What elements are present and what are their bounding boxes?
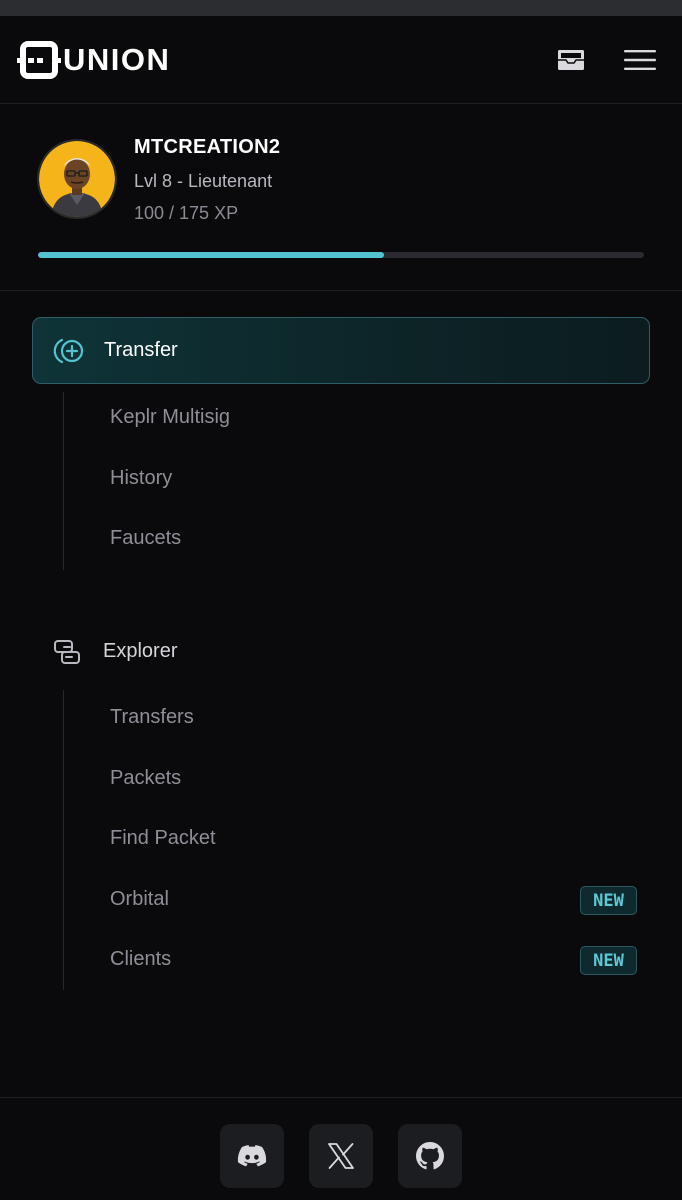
nav-explorer-label: Explorer xyxy=(103,640,178,662)
github-icon xyxy=(416,1142,444,1170)
avatar[interactable] xyxy=(37,139,117,219)
nav-item-keplr-multisig[interactable]: Keplr Multisig xyxy=(110,406,230,429)
discord-icon xyxy=(237,1145,267,1167)
new-badge-orbital: NEW xyxy=(580,886,637,915)
avatar-image xyxy=(39,141,115,217)
nav-item-find-packet[interactable]: Find Packet xyxy=(110,827,216,850)
user-level: Lvl 8 - Lieutenant xyxy=(134,171,273,191)
footer xyxy=(0,1097,682,1200)
nav-item-packets[interactable]: Packets xyxy=(110,767,181,790)
xp-progress-fill xyxy=(38,252,385,258)
union-logo[interactable]: UNION xyxy=(17,38,170,82)
username: MTCREATION2 xyxy=(134,136,281,158)
transfer-icon xyxy=(53,338,84,364)
xp-counter: 100 / 175 XP xyxy=(134,203,239,223)
nav-transfer[interactable]: Transfer xyxy=(32,317,650,384)
new-badge-clients: NEW xyxy=(580,946,637,975)
nav-item-orbital[interactable]: Orbital xyxy=(110,888,169,911)
inbox-icon xyxy=(558,50,584,70)
explorer-icon xyxy=(54,640,80,664)
user-profile: MTCREATION2 Lvl 8 - Lieutenant 100 / 175… xyxy=(0,105,682,291)
nav-item-clients[interactable]: Clients xyxy=(110,948,171,971)
x-icon xyxy=(328,1143,354,1169)
github-link[interactable] xyxy=(398,1124,462,1188)
discord-link[interactable] xyxy=(220,1124,284,1188)
inbox-button[interactable] xyxy=(552,44,590,76)
status-strip xyxy=(0,0,682,16)
explorer-subnav-line xyxy=(63,690,64,990)
nav-item-history[interactable]: History xyxy=(110,467,172,490)
nav-item-transfers[interactable]: Transfers xyxy=(110,706,194,729)
brand-name: UNION xyxy=(63,42,171,77)
hamburger-menu-icon xyxy=(624,50,656,70)
x-link[interactable] xyxy=(309,1124,373,1188)
nav-transfer-label: Transfer xyxy=(104,339,178,361)
app-header: UNION xyxy=(0,16,682,104)
nav-item-faucets[interactable]: Faucets xyxy=(110,527,181,550)
union-logo-icon xyxy=(17,41,61,79)
transfer-subnav-line xyxy=(63,392,64,570)
menu-button[interactable] xyxy=(621,44,659,76)
xp-progress-bar xyxy=(38,252,644,258)
